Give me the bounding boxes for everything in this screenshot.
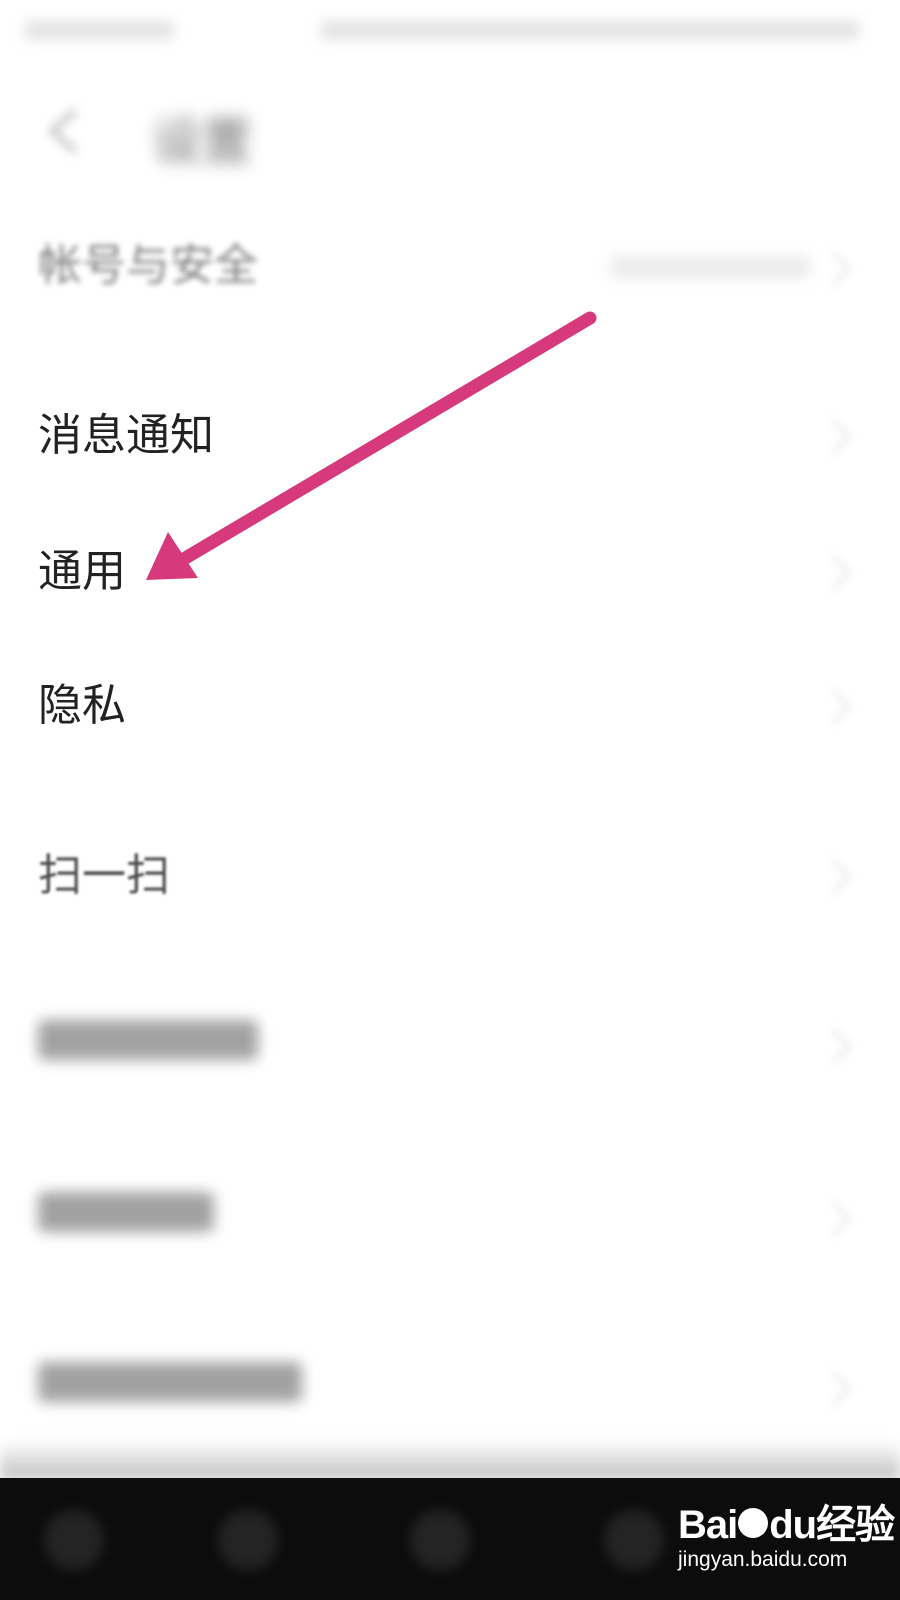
settings-item-scan[interactable]: 扫一扫 (0, 844, 900, 908)
chevron-right-icon (815, 1200, 852, 1237)
account-value (610, 256, 810, 278)
settings-item-label: 帐号与安全 (38, 240, 258, 291)
chevron-right-icon (815, 1370, 852, 1407)
baidu-jingyan-watermark: Bai du经验 jingyan.baidu.com (678, 1488, 895, 1588)
settings-item-blurred[interactable] (0, 1014, 900, 1078)
settings-item-blurred[interactable] (0, 1186, 900, 1250)
chevron-right-icon (815, 554, 852, 591)
chevron-right-icon (815, 688, 852, 725)
settings-item-notifications[interactable]: 消息通知 (0, 404, 900, 468)
chevron-right-icon (815, 250, 852, 287)
settings-item-label: 扫一扫 (38, 850, 170, 901)
chevron-left-icon[interactable] (44, 108, 84, 154)
settings-item-general[interactable]: 通用 (0, 540, 900, 604)
settings-item-privacy[interactable]: 隐私 (0, 674, 900, 738)
watermark-logo-left: Bai (678, 1503, 738, 1547)
chevron-right-icon (815, 418, 852, 455)
status-bar (0, 0, 900, 60)
settings-item-label-blurred (38, 1190, 214, 1246)
watermark-logo-right: du经验 (769, 1503, 895, 1547)
settings-item-blurred[interactable] (0, 1356, 900, 1420)
home-icon[interactable] (410, 1510, 470, 1570)
recents-icon[interactable] (604, 1510, 664, 1570)
nav-fade (0, 1440, 900, 1480)
chevron-right-icon (815, 858, 852, 895)
paw-icon (738, 1508, 769, 1539)
settings-item-label-blurred (38, 1360, 302, 1416)
page-title: 设置 (152, 113, 252, 171)
menu-icon[interactable] (44, 1510, 104, 1570)
settings-item-label: 通用 (38, 546, 126, 597)
carrier-info (24, 20, 174, 40)
watermark-logo: Bai du经验 (678, 1492, 895, 1550)
back-icon[interactable] (218, 1510, 278, 1570)
settings-item-account-security[interactable]: 帐号与安全 (0, 236, 900, 296)
screen: 设置 帐号与安全 消息通知 通用 隐私 扫一扫 Bai du经验 jingyan… (0, 0, 900, 1600)
watermark-url: jingyan.baidu.com (678, 1548, 848, 1571)
navigation-bar: Bai du经验 jingyan.baidu.com (0, 1478, 900, 1600)
settings-item-label-blurred (38, 1018, 258, 1074)
header: 设置 (0, 80, 900, 180)
settings-item-label: 隐私 (38, 680, 126, 731)
status-icons (320, 20, 860, 40)
settings-item-label: 消息通知 (38, 410, 214, 461)
chevron-right-icon (815, 1028, 852, 1065)
